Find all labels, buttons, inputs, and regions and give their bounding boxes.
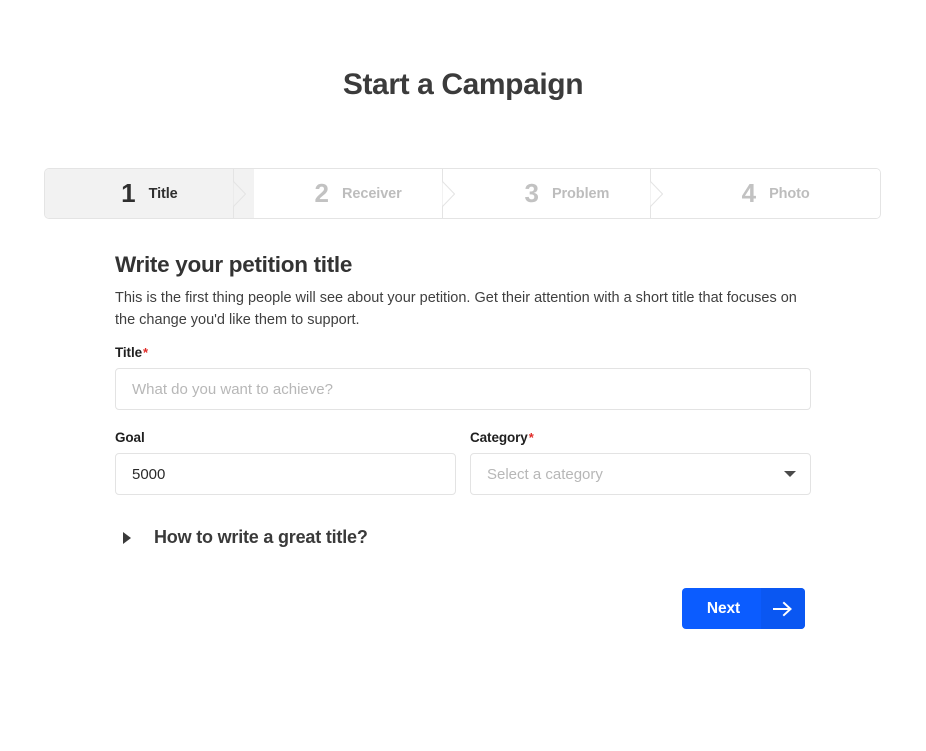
stepper-step-label: Photo bbox=[769, 185, 810, 202]
how-to-write-accordion[interactable]: How to write a great title? bbox=[115, 527, 368, 548]
required-asterisk: * bbox=[528, 430, 534, 445]
stepper-step-label: Title bbox=[148, 185, 178, 202]
category-field-group: Category* Select a category bbox=[470, 430, 811, 495]
chevron-right-icon bbox=[650, 169, 672, 218]
category-select-wrapper: Select a category bbox=[470, 453, 811, 495]
stepper-step-photo[interactable]: 4 Photo bbox=[671, 169, 880, 218]
title-field-label: Title* bbox=[115, 345, 811, 360]
stepper-step-number: 3 bbox=[524, 177, 539, 208]
stepper-step-receiver[interactable]: 2 Receiver bbox=[253, 169, 464, 218]
chevron-down-icon[interactable] bbox=[784, 471, 796, 477]
stepper-step-number: 2 bbox=[314, 177, 330, 208]
category-select[interactable]: Select a category bbox=[470, 453, 811, 495]
title-field-group: Title* bbox=[115, 345, 811, 410]
chevron-right-icon bbox=[232, 169, 255, 218]
campaign-form: Write your petition title This is the fi… bbox=[115, 252, 811, 547]
campaign-stepper: 1 Title 2 Receiver 3 Problem 4 Photo bbox=[44, 168, 881, 219]
category-field-label: Category* bbox=[470, 430, 811, 445]
category-label-text: Category bbox=[470, 430, 528, 445]
next-button[interactable]: Next bbox=[682, 588, 805, 629]
next-button-label: Next bbox=[706, 599, 741, 617]
category-select-value: Select a category bbox=[487, 465, 603, 483]
goal-category-row: Goal Category* Select a category bbox=[115, 430, 811, 495]
section-heading: Write your petition title bbox=[115, 252, 353, 277]
stepper-step-label: Receiver bbox=[342, 185, 402, 202]
chevron-right-icon bbox=[441, 169, 464, 218]
title-label-text: Title bbox=[115, 345, 143, 360]
page-title: Start a Campaign bbox=[342, 68, 584, 101]
stepper-step-number: 1 bbox=[121, 177, 136, 208]
stepper-step-number: 4 bbox=[741, 177, 757, 208]
stepper-step-title[interactable]: 1 Title bbox=[45, 169, 254, 218]
goal-label-text: Goal bbox=[115, 430, 145, 445]
triangle-right-icon bbox=[123, 531, 131, 544]
stepper-step-label: Problem bbox=[551, 185, 610, 202]
stepper-step-problem[interactable]: 3 Problem bbox=[462, 169, 672, 218]
goal-field-label: Goal bbox=[115, 430, 456, 445]
accordion-label: How to write a great title? bbox=[154, 527, 368, 547]
section-description: This is the first thing people will see … bbox=[115, 290, 797, 328]
goal-input[interactable] bbox=[115, 453, 456, 495]
title-input[interactable] bbox=[115, 368, 811, 410]
goal-field-group: Goal bbox=[115, 430, 456, 495]
arrow-right-icon bbox=[761, 588, 805, 629]
required-asterisk: * bbox=[143, 345, 148, 360]
